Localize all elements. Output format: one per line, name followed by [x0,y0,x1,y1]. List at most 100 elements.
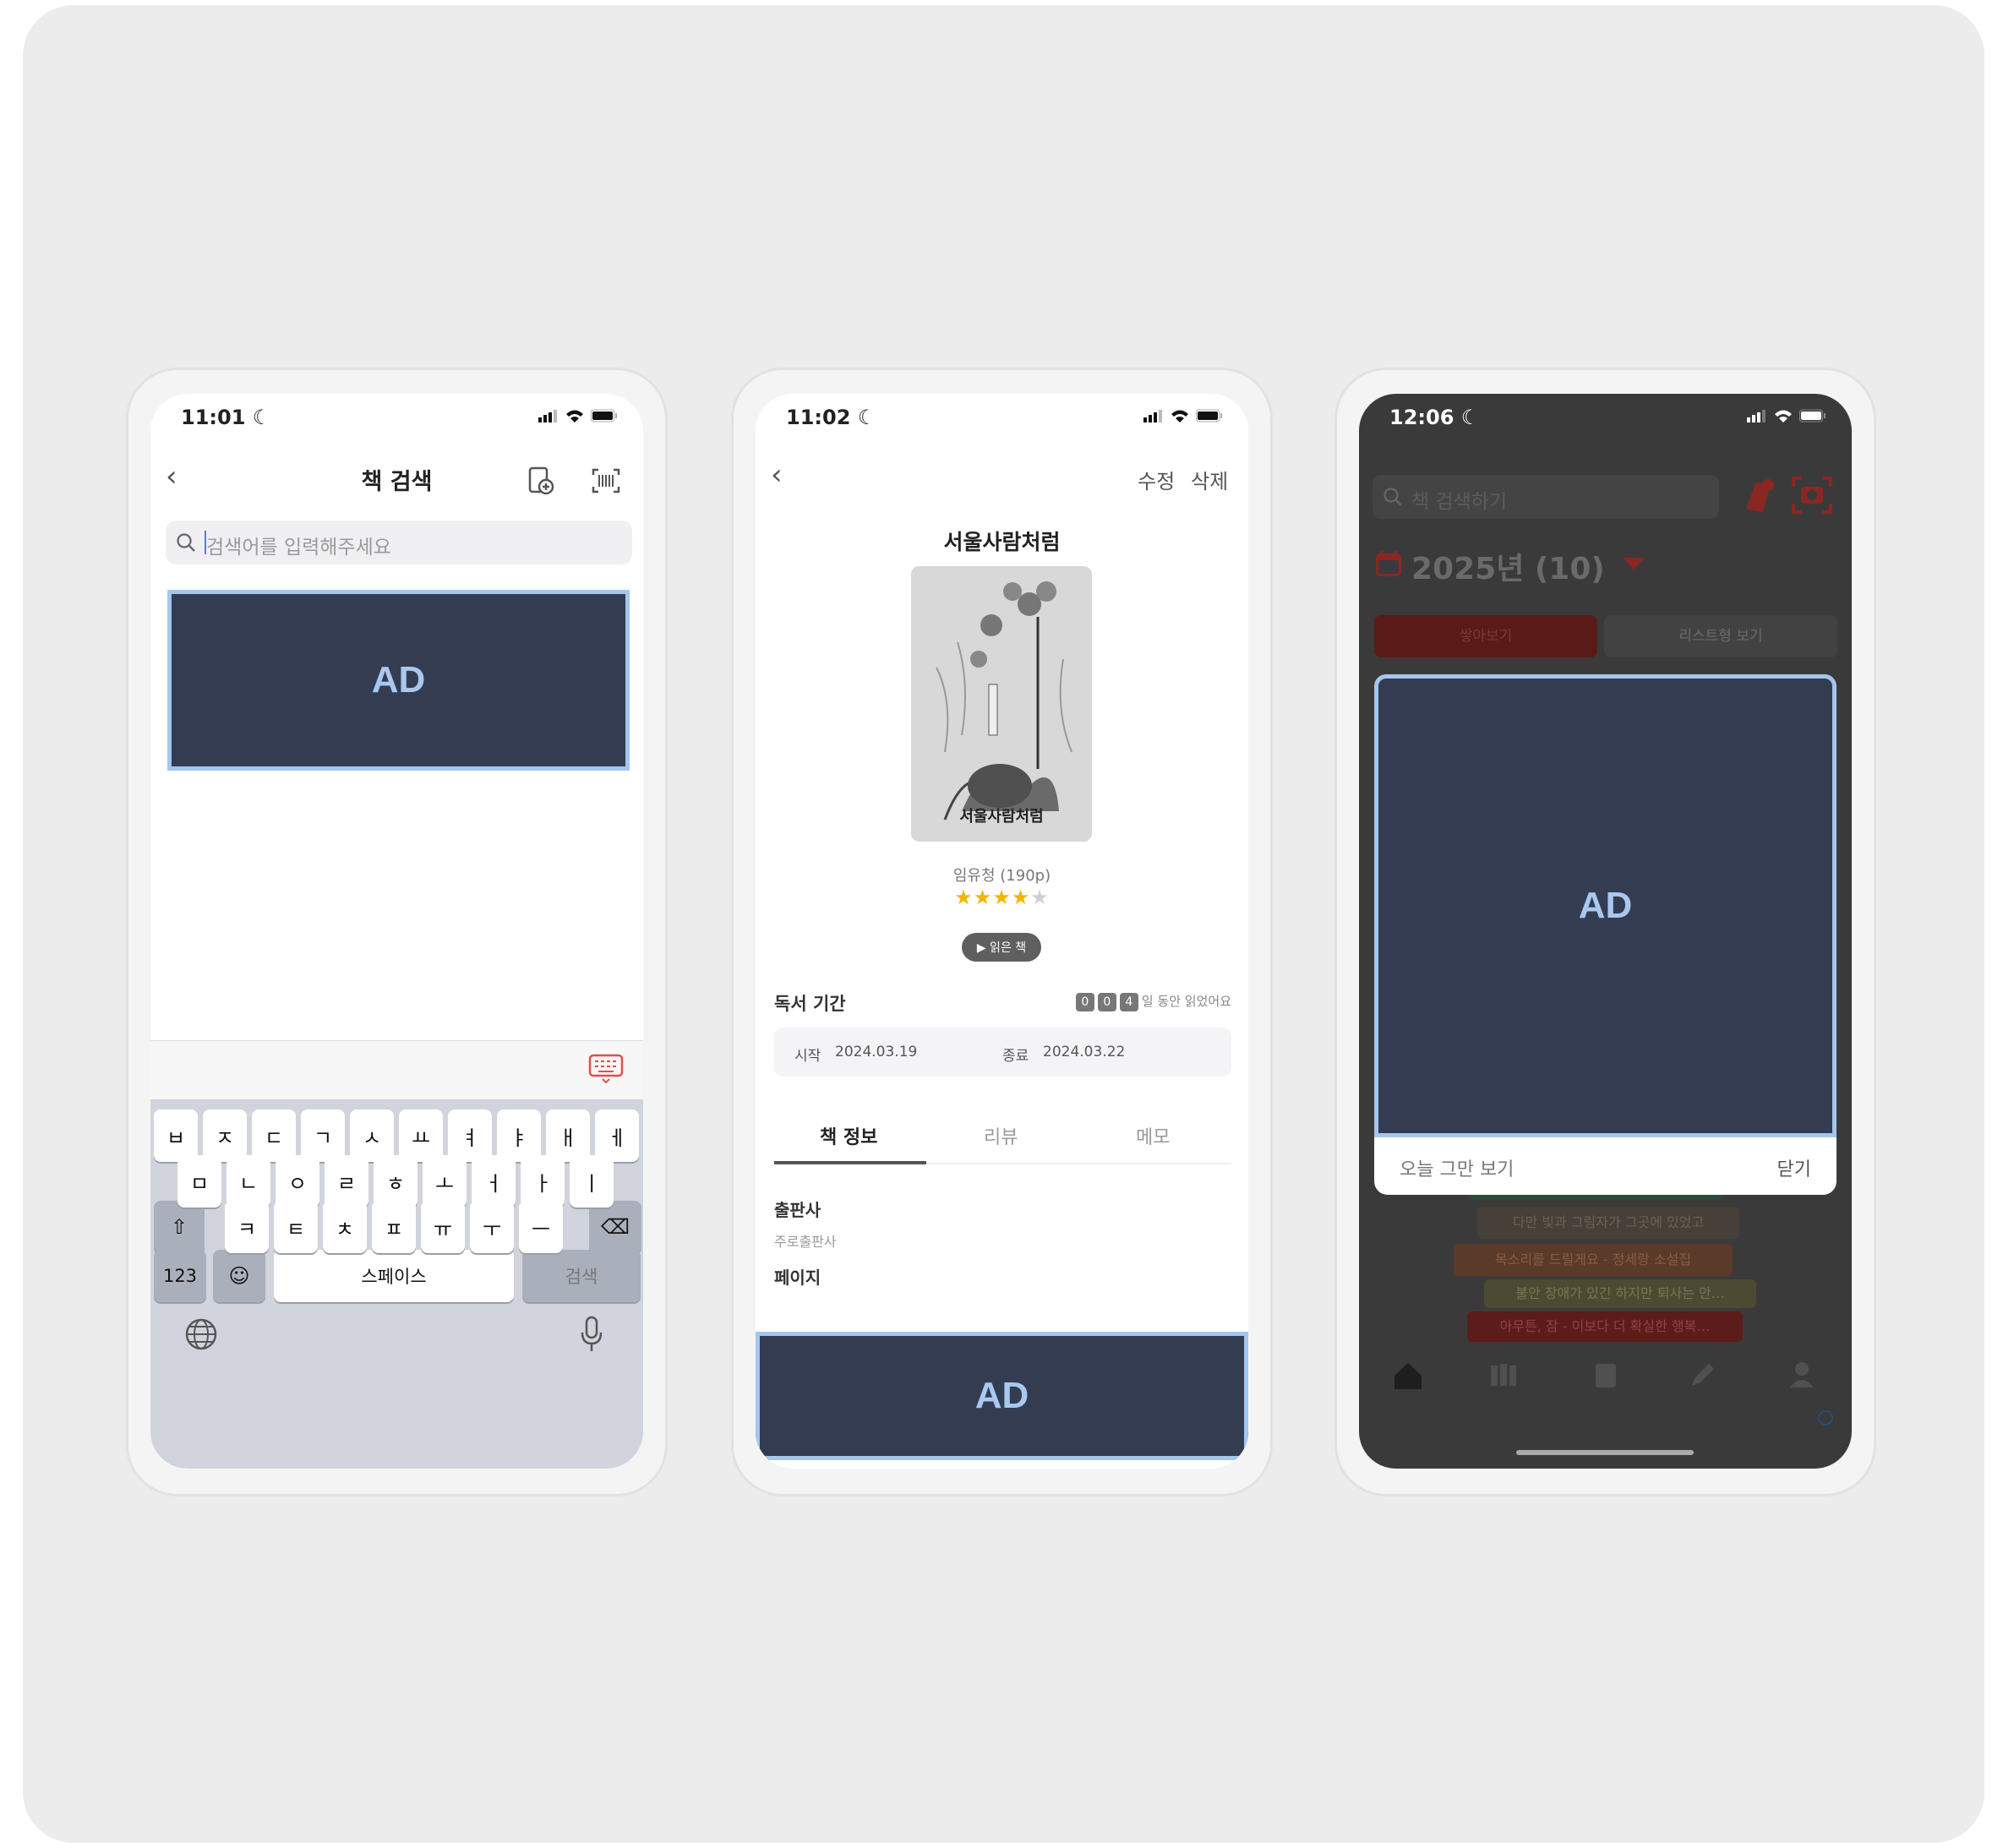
tab-review[interactable]: 리뷰 [984,1122,1018,1149]
end-date: 2024.03.22 [1043,1044,1126,1060]
star-icon: ★ [1011,886,1031,909]
letter-key[interactable]: ㅇ [276,1155,319,1207]
letter-key[interactable]: ㅠ [421,1201,465,1253]
reading-period-label: 독서 기간 [774,994,846,1014]
status-bar: 11:02 ☾ [756,394,1248,444]
tab-book-info[interactable]: 책 정보 [820,1122,877,1149]
ad-banner[interactable]: AD [167,590,630,771]
pencil-icon[interactable] [1689,1360,1717,1389]
search-screen: 11:01 ☾ ‹ 책 검색 검색어를 입력해주세요 AD ⇧ ⌫ 123 ☺ … [150,394,643,1469]
page-title: 책 검색 [361,469,433,495]
add-book-icon[interactable] [527,466,554,495]
search-key[interactable]: 검색 [522,1250,641,1302]
number-key[interactable]: 123 [154,1250,206,1302]
letter-key[interactable]: ㅅ [350,1109,394,1162]
chevron-down-icon[interactable] [1621,556,1646,571]
letter-key[interactable]: ㅔ [595,1109,639,1162]
edit-button[interactable]: 수정 [1138,465,1175,494]
book-title: 서울사람처럼 [943,530,1061,554]
book-spine: 아무튼, 잠 - 이보다 더 확실한 행복… [1467,1311,1743,1342]
dont-show-today-button[interactable]: 오늘 그만 보기 [1400,1154,1514,1181]
battery-icon [591,409,617,422]
publisher-value: 주로출판사 [774,1234,837,1250]
keyboard-dismiss-icon[interactable] [588,1054,624,1084]
day-digit: 0 [1075,993,1094,1011]
ad-popup: AD 오늘 그만 보기 닫기 [1374,674,1837,1195]
phone-frame-book-detail: 11:02 ☾ ‹ 수정 삭제 서울사람처럼 서울사람처럼 임유청 (190p)… [734,370,1270,1494]
letter-key[interactable]: ㅗ [423,1155,467,1207]
letter-key[interactable]: ㅕ [448,1109,492,1162]
cover-title: 서울사람처럼 [959,808,1044,826]
tab-stack-view[interactable]: 쌓아보기 [1374,615,1597,657]
close-button[interactable]: 닫기 [1777,1154,1811,1181]
barcode-scan-icon[interactable] [592,468,620,493]
tab-memo[interactable]: 메모 [1136,1122,1170,1149]
month-selector[interactable]: 2025년 (10) [1411,544,1605,588]
letter-key[interactable]: ㅜ [470,1201,514,1253]
add-book-icon[interactable] [1739,475,1777,515]
search-icon [177,533,195,552]
star-rating: ★★★★★ [756,886,1248,909]
letter-key[interactable]: ㅐ [546,1109,590,1162]
camera-scan-icon[interactable] [1790,475,1834,515]
status-bar: 11:01 ☾ [150,394,643,444]
letter-key[interactable]: ㅏ [521,1155,565,1207]
moon-icon: ☾ [252,406,271,429]
orchid-illustration [911,566,1092,842]
backspace-key[interactable]: ⌫ [589,1201,641,1253]
space-key[interactable]: 스페이스 [274,1250,514,1302]
bottom-tab-bar [1359,1349,1852,1426]
book-detail-screen: 11:02 ☾ ‹ 수정 삭제 서울사람처럼 서울사람처럼 임유청 (190p)… [756,394,1248,1469]
home-search-input[interactable]: 책 검색하기 [1373,475,1719,519]
home-search-placeholder: 책 검색하기 [1411,491,1508,513]
microphone-icon[interactable] [580,1316,603,1353]
ad-banner[interactable]: AD [1374,674,1837,1137]
letter-key[interactable]: ㅛ [399,1109,443,1162]
day-digit: 4 [1119,993,1138,1011]
status-time: 12:06 ☾ [1389,406,1480,429]
wifi-icon [1171,410,1188,422]
back-icon[interactable]: ‹ [771,458,783,492]
letter-key[interactable]: ㅎ [374,1155,418,1207]
letter-key[interactable]: ㄹ [325,1155,368,1207]
home-icon[interactable] [1393,1360,1423,1391]
letter-key[interactable]: ㅌ [274,1201,318,1253]
letter-key[interactable]: ㅓ [472,1155,516,1207]
letter-key[interactable]: ㅁ [177,1155,221,1207]
phone-frame-home-popup: 12:06 ☾ 책 검색하기 2025년 (10) 쌓아보기 리스트형 보기 다… [1337,370,1874,1494]
letter-key[interactable]: ㅂ [154,1109,198,1162]
letter-key[interactable]: ㅍ [372,1201,416,1253]
search-input[interactable]: 검색어를 입력해주세요 [166,521,632,564]
letter-key[interactable]: ㄴ [226,1155,270,1207]
delete-button[interactable]: 삭제 [1191,465,1228,494]
profile-icon[interactable] [1788,1360,1815,1389]
book-cover-image: 서울사람처럼 [911,566,1092,842]
letter-key[interactable]: ㅡ [519,1201,563,1253]
status-badge: ▶ 읽은 책 [962,933,1041,962]
tab-list-view[interactable]: 리스트형 보기 [1604,615,1837,657]
start-label: 시작 [794,1048,821,1065]
status-time: 11:02 ☾ [786,406,876,429]
letter-key[interactable]: ㅑ [497,1109,541,1162]
letter-key[interactable]: ㅊ [323,1201,367,1253]
phone-frame-search: 11:01 ☾ ‹ 책 검색 검색어를 입력해주세요 AD ⇧ ⌫ 123 ☺ … [128,370,665,1494]
letter-key[interactable]: ㅈ [203,1109,247,1162]
letter-key[interactable]: ㄱ [301,1109,345,1162]
ad-banner[interactable]: AD [756,1332,1248,1460]
shift-key[interactable]: ⇧ [154,1201,205,1253]
home-indicator [1516,1450,1694,1455]
search-icon [1384,488,1402,506]
info-icon[interactable] [1817,1409,1834,1426]
letter-key[interactable]: ㄷ [252,1109,296,1162]
status-bar: 12:06 ☾ [1359,394,1852,444]
letter-key[interactable]: ㅣ [570,1155,614,1207]
emoji-key[interactable]: ☺ [213,1250,265,1302]
library-icon[interactable] [1489,1362,1520,1387]
page-label: 페이지 [774,1267,821,1288]
letter-key[interactable]: ㅋ [225,1201,269,1253]
wifi-icon [566,410,583,422]
star-icon: ★ [954,886,974,909]
book-icon[interactable] [1592,1360,1619,1389]
globe-icon[interactable] [184,1317,218,1351]
start-date: 2024.03.19 [835,1044,918,1060]
